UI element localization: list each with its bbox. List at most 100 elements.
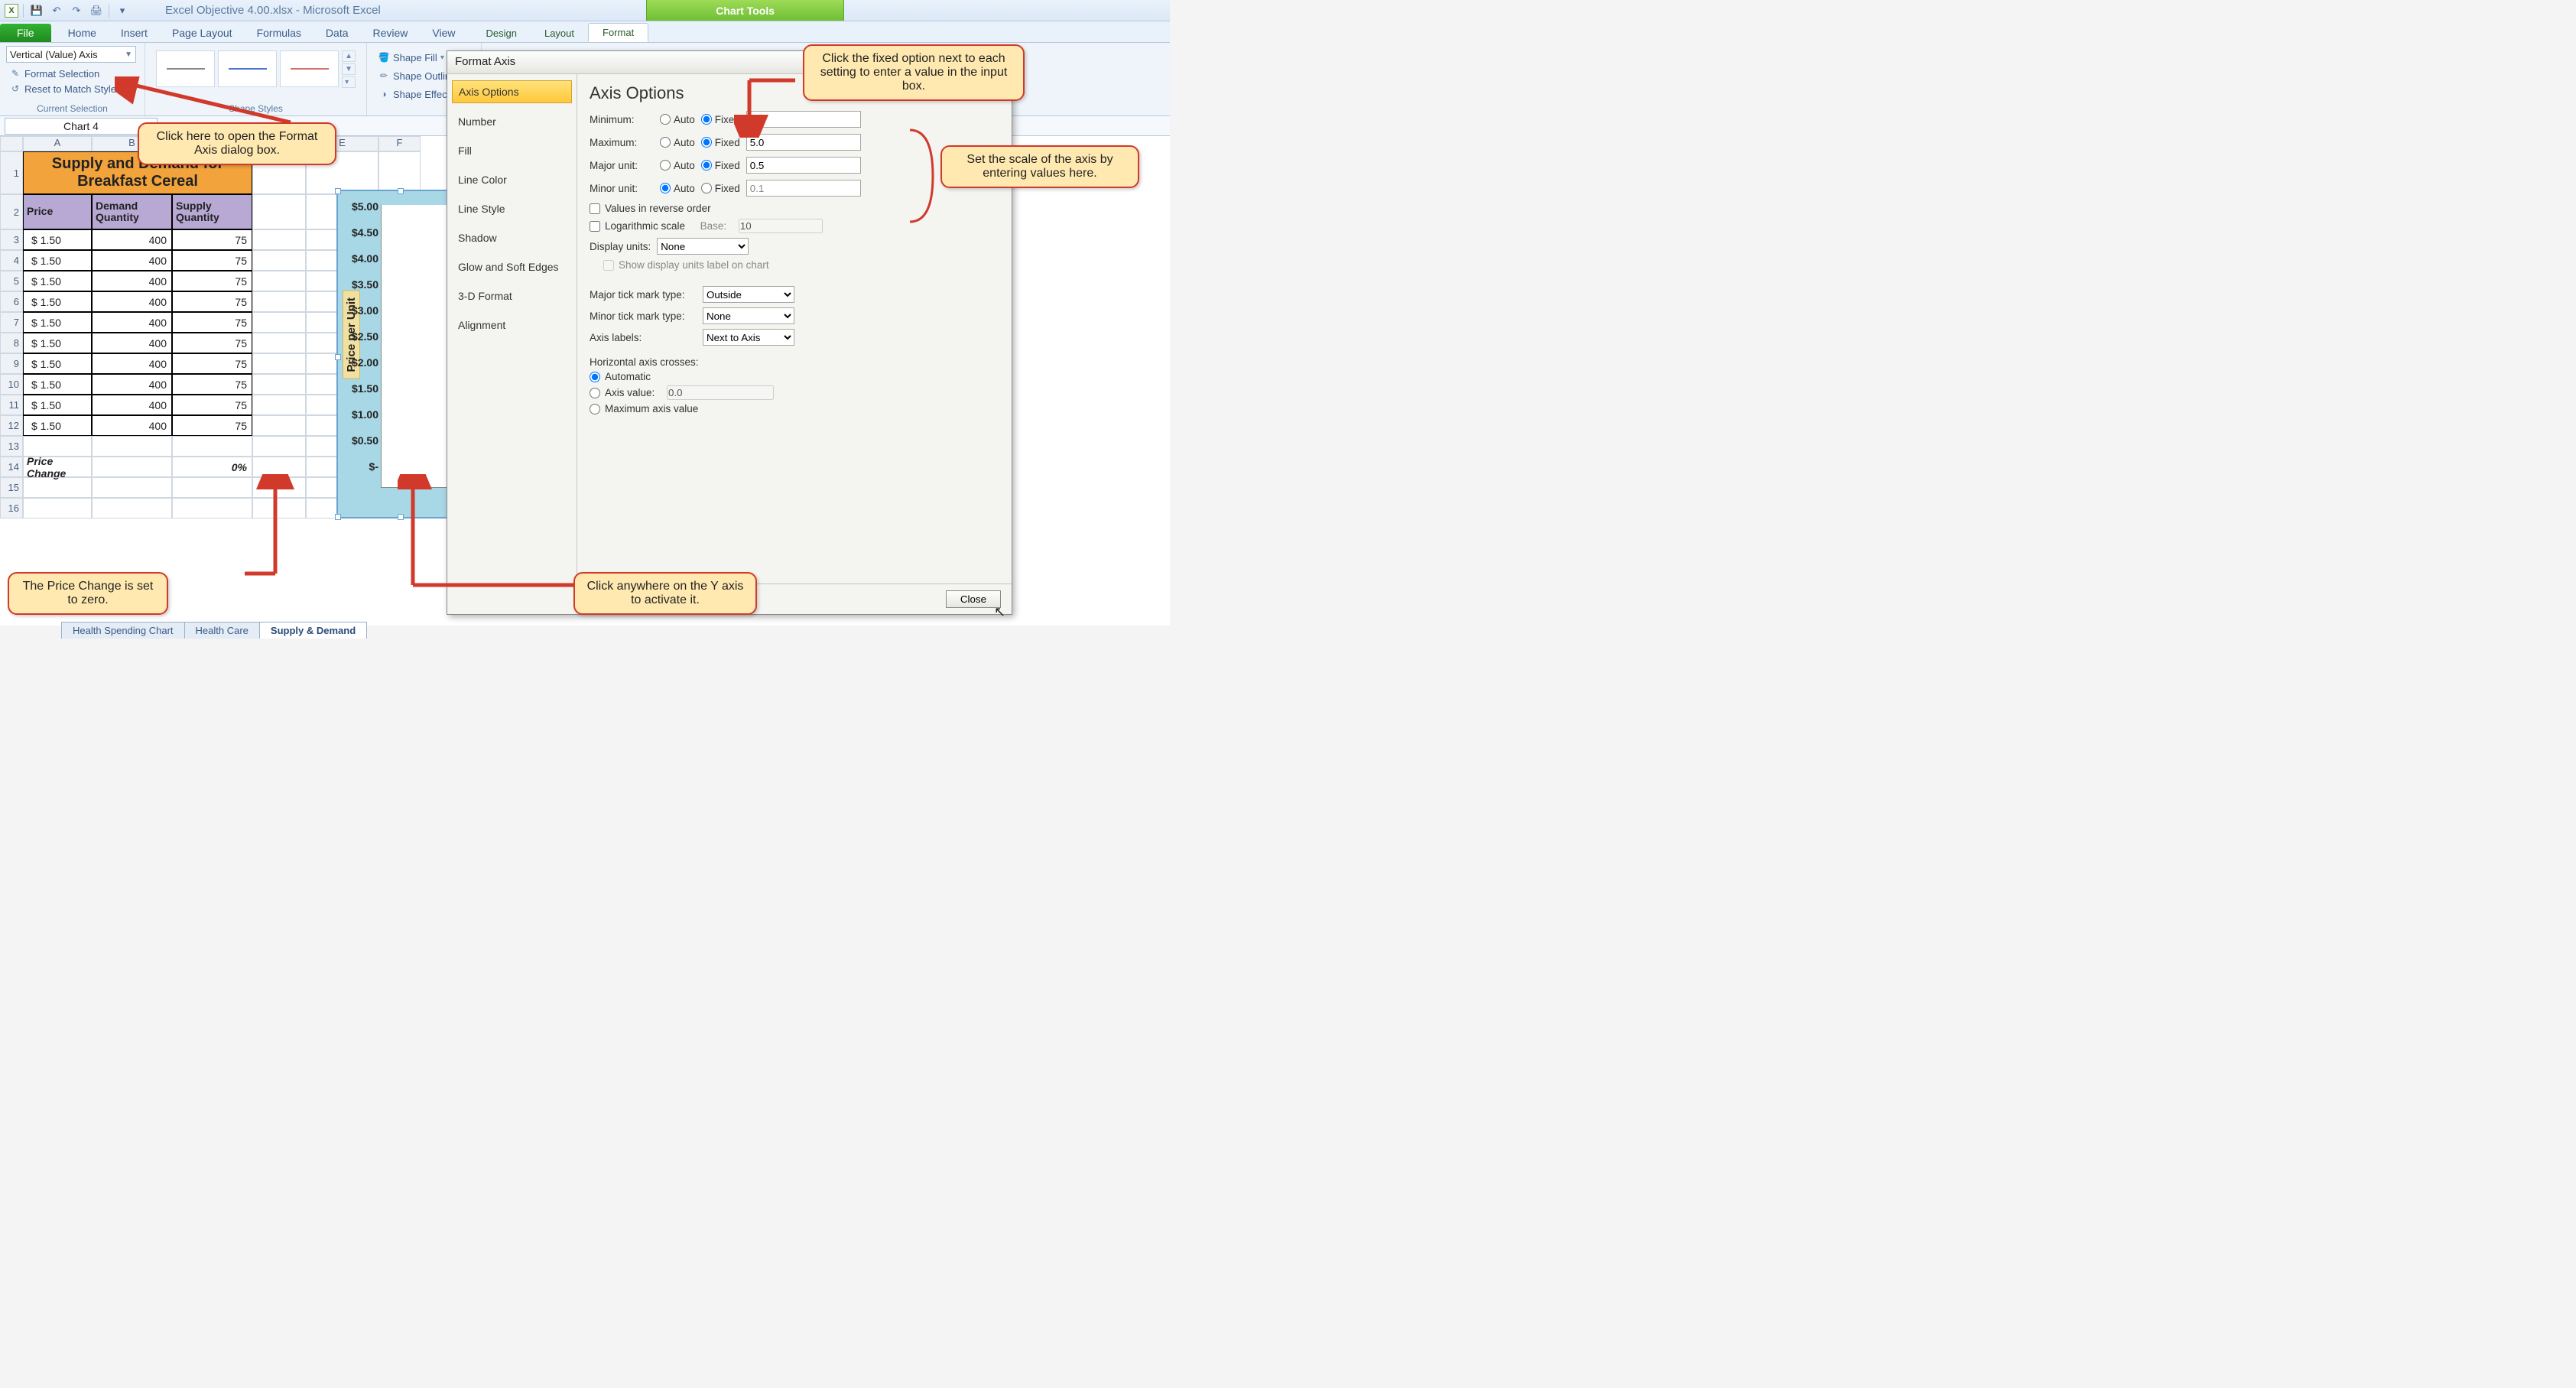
radio-crosses-auto[interactable] [590, 372, 600, 382]
radio-minor-auto[interactable] [660, 183, 671, 193]
select-minor-tick[interactable]: None [703, 307, 794, 324]
cell-A15[interactable] [23, 477, 92, 498]
radio-crosses-max[interactable] [590, 404, 600, 414]
cell-C13[interactable] [172, 436, 252, 457]
input-major[interactable] [746, 157, 861, 174]
row-header-15[interactable]: 15 [0, 477, 23, 498]
cell-D10[interactable] [252, 374, 306, 395]
cell-D3[interactable] [252, 229, 306, 250]
cell-D11[interactable] [252, 395, 306, 415]
nav-3d-format[interactable]: 3-D Format [452, 285, 572, 307]
select-display-units[interactable]: None [657, 238, 749, 255]
cell-A5[interactable]: $ 1.50 [23, 271, 92, 291]
cell-D16[interactable] [252, 498, 306, 518]
radio-minor-fixed[interactable] [701, 183, 712, 193]
row-header-1[interactable]: 1 [0, 151, 23, 194]
cell-A4[interactable]: $ 1.50 [23, 250, 92, 271]
cell-C6[interactable]: 75 [172, 291, 252, 312]
cell-B9[interactable]: 400 [92, 353, 172, 374]
row-header-7[interactable]: 7 [0, 312, 23, 333]
row-header-12[interactable]: 12 [0, 415, 23, 436]
nav-line-style[interactable]: Line Style [452, 198, 572, 219]
reset-to-match-style-button[interactable]: ↺ Reset to Match Style [6, 81, 138, 96]
tab-file[interactable]: File [0, 24, 51, 42]
row-header-3[interactable]: 3 [0, 229, 23, 250]
row-header-8[interactable]: 8 [0, 333, 23, 353]
tab-format[interactable]: Format [588, 23, 648, 42]
tab-insert[interactable]: Insert [109, 24, 160, 42]
cell-C15[interactable] [172, 477, 252, 498]
nav-alignment[interactable]: Alignment [452, 314, 572, 336]
cell-B8[interactable]: 400 [92, 333, 172, 353]
tab-home[interactable]: Home [56, 24, 109, 42]
nav-axis-options[interactable]: Axis Options [452, 80, 572, 103]
print-icon[interactable]: 🖨 [89, 3, 104, 18]
cell-B13[interactable] [92, 436, 172, 457]
checkbox-reverse-order[interactable] [590, 203, 600, 214]
gallery-up-icon[interactable]: ▲ [342, 50, 356, 62]
cell-C9[interactable]: 75 [172, 353, 252, 374]
cell-D6[interactable] [252, 291, 306, 312]
nav-fill[interactable]: Fill [452, 140, 572, 161]
col-header-F[interactable]: F [378, 136, 421, 151]
chart-element-selector[interactable]: Vertical (Value) Axis ▼ [6, 46, 136, 63]
shape-style-1[interactable] [156, 50, 215, 87]
input-max[interactable] [746, 134, 861, 151]
cell-D9[interactable] [252, 353, 306, 374]
row-header-2[interactable]: 2 [0, 194, 23, 229]
row-header-13[interactable]: 13 [0, 436, 23, 457]
cell-header-supply[interactable]: Supply Quantity [172, 194, 252, 229]
cell-B7[interactable]: 400 [92, 312, 172, 333]
cell-D7[interactable] [252, 312, 306, 333]
cell-A10[interactable]: $ 1.50 [23, 374, 92, 395]
cell-C8[interactable]: 75 [172, 333, 252, 353]
cell-D13[interactable] [252, 436, 306, 457]
cell-A12[interactable]: $ 1.50 [23, 415, 92, 436]
cell-D12[interactable] [252, 415, 306, 436]
cell-B16[interactable] [92, 498, 172, 518]
radio-max-fixed[interactable] [701, 137, 712, 148]
cell-D15[interactable] [252, 477, 306, 498]
cell-B12[interactable]: 400 [92, 415, 172, 436]
tab-review[interactable]: Review [361, 24, 421, 42]
cell-header-demand[interactable]: Demand Quantity [92, 194, 172, 229]
shape-style-gallery[interactable]: ▲ ▼ ▾ [151, 46, 360, 93]
cell-D5[interactable] [252, 271, 306, 291]
gallery-down-icon[interactable]: ▼ [342, 63, 356, 75]
cell-A16[interactable] [23, 498, 92, 518]
cell-D8[interactable] [252, 333, 306, 353]
cell-C3[interactable]: 75 [172, 229, 252, 250]
cell-A3[interactable]: $ 1.50 [23, 229, 92, 250]
format-selection-button[interactable]: ✎ Format Selection [6, 66, 138, 81]
tab-layout[interactable]: Layout [531, 24, 588, 42]
nav-number[interactable]: Number [452, 111, 572, 132]
row-header-16[interactable]: 16 [0, 498, 23, 518]
cell-C11[interactable]: 75 [172, 395, 252, 415]
select-major-tick[interactable]: Outside [703, 286, 794, 303]
undo-icon[interactable]: ↶ [49, 3, 64, 18]
redo-icon[interactable]: ↷ [69, 3, 84, 18]
select-axis-labels[interactable]: Next to Axis [703, 329, 794, 346]
chart-handle[interactable] [398, 188, 404, 194]
cell-C4[interactable]: 75 [172, 250, 252, 271]
save-icon[interactable]: 💾 [29, 3, 44, 18]
cell-B10[interactable]: 400 [92, 374, 172, 395]
cell-D14[interactable] [252, 457, 306, 477]
row-header-11[interactable]: 11 [0, 395, 23, 415]
row-header-10[interactable]: 10 [0, 374, 23, 395]
cell-A11[interactable]: $ 1.50 [23, 395, 92, 415]
select-all-corner[interactable] [0, 136, 23, 151]
row-header-5[interactable]: 5 [0, 271, 23, 291]
cell-C12[interactable]: 75 [172, 415, 252, 436]
tab-view[interactable]: View [420, 24, 467, 42]
radio-major-auto[interactable] [660, 160, 671, 171]
sheet-tab-supply-demand[interactable]: Supply & Demand [259, 622, 367, 639]
cell-A7[interactable]: $ 1.50 [23, 312, 92, 333]
cell-price-change-label[interactable]: Price Change [23, 457, 92, 477]
row-header-6[interactable]: 6 [0, 291, 23, 312]
nav-glow[interactable]: Glow and Soft Edges [452, 256, 572, 278]
gallery-more-icon[interactable]: ▾ [342, 76, 356, 88]
cell-C10[interactable]: 75 [172, 374, 252, 395]
tab-data[interactable]: Data [313, 24, 361, 42]
chart-handle[interactable] [335, 188, 341, 194]
